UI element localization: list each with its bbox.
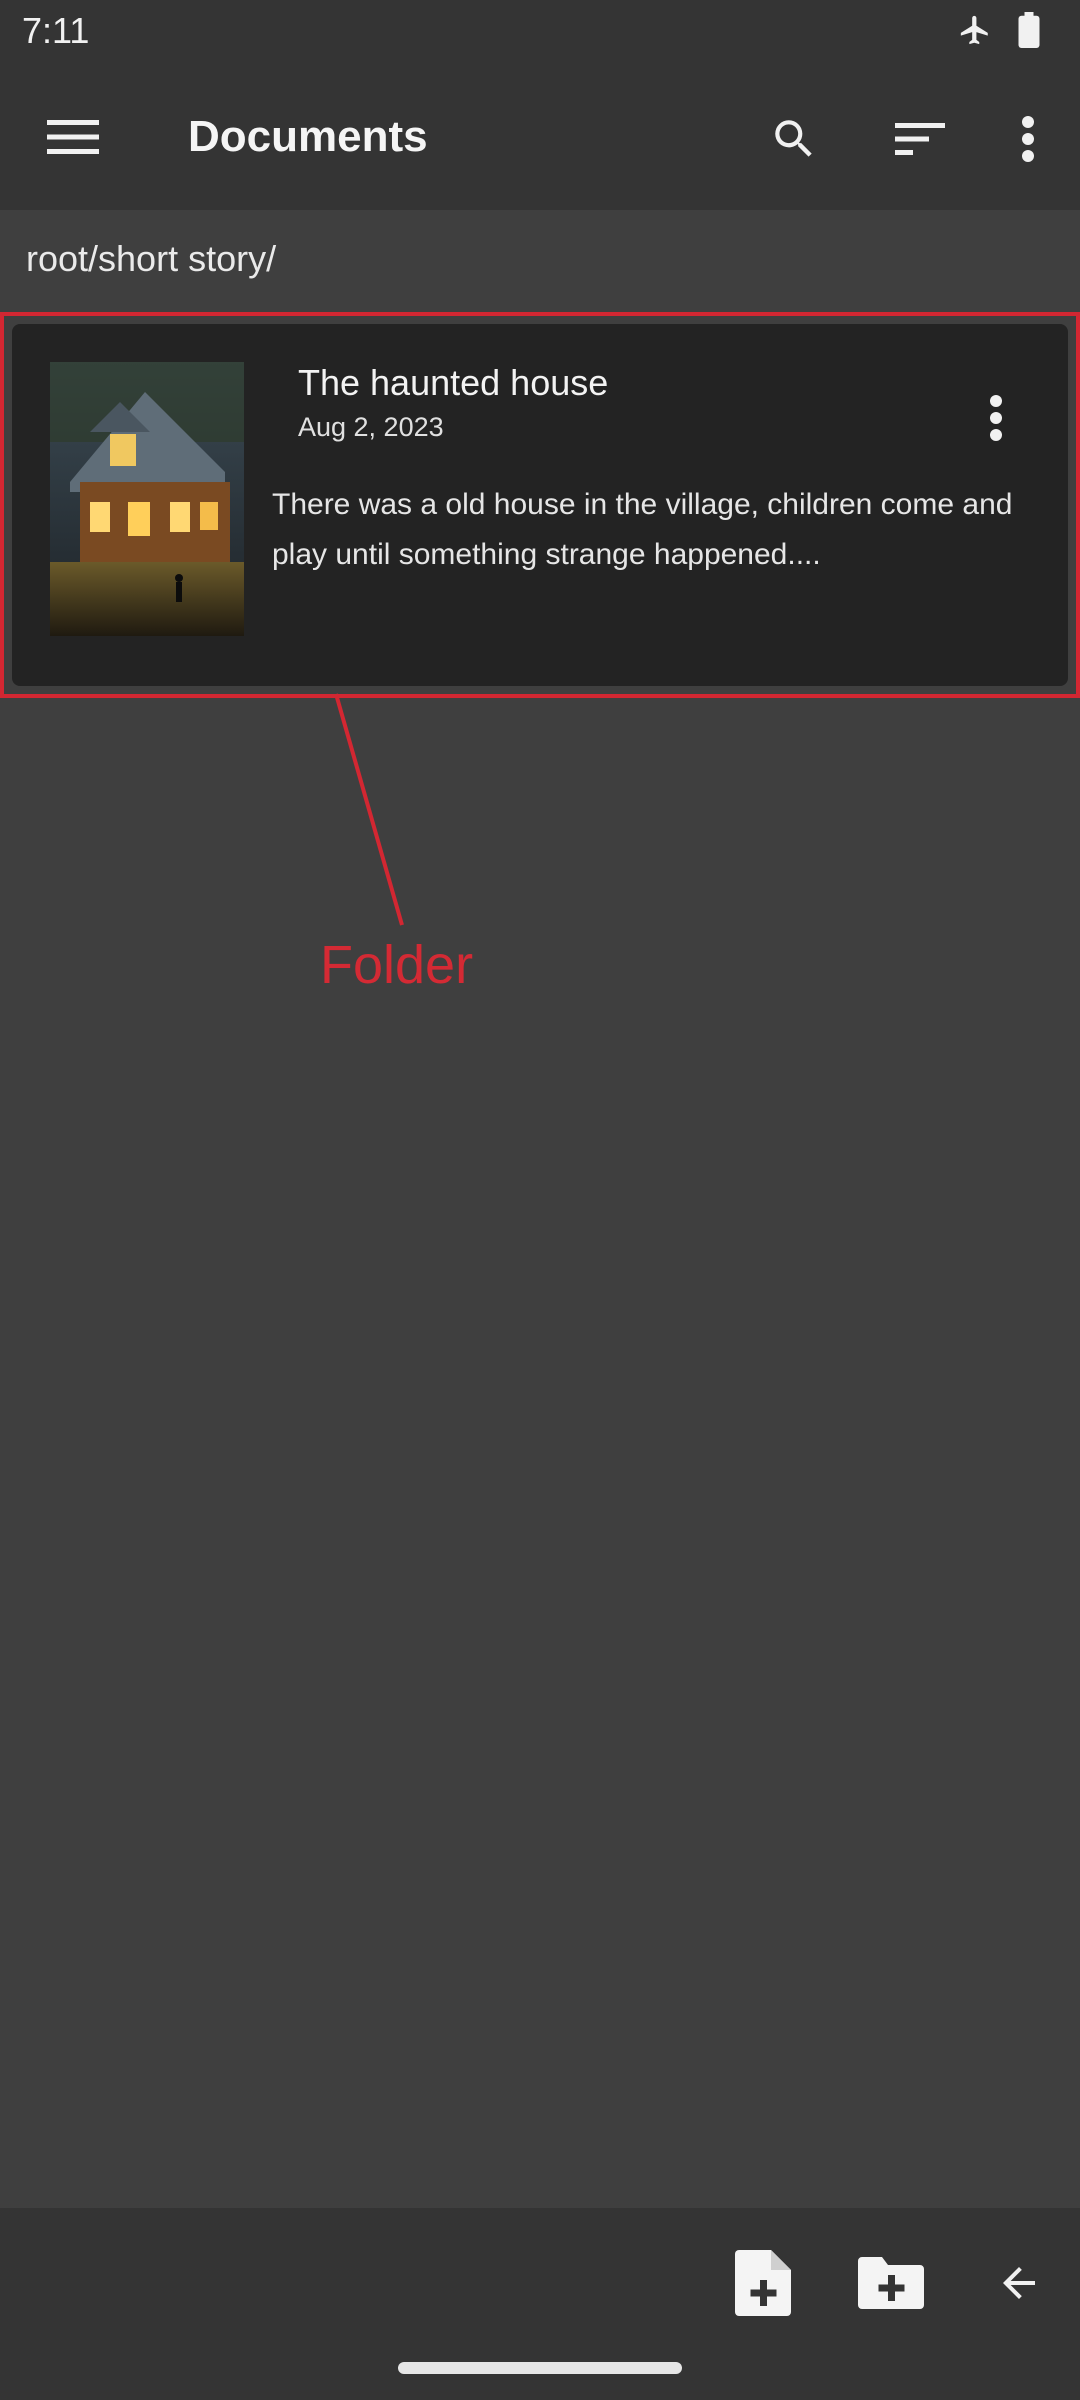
annotation-label: Folder	[320, 935, 474, 995]
more-options-button[interactable]	[1000, 106, 1056, 176]
search-button[interactable]	[748, 106, 840, 176]
document-card[interactable]: The haunted house Aug 2, 2023 There was …	[12, 324, 1068, 686]
back-button[interactable]	[976, 2242, 1062, 2328]
status-bar: 7:11	[0, 0, 1080, 66]
search-icon	[769, 114, 819, 169]
document-description: There was a old house in the village, ch…	[272, 488, 1013, 571]
status-icons	[958, 12, 1040, 48]
more-vert-icon	[1021, 115, 1035, 167]
page-title: Documents	[188, 112, 428, 161]
new-folder-icon	[858, 2256, 924, 2314]
sort-icon	[895, 121, 945, 162]
bottom-actions	[720, 2242, 1062, 2328]
app-bar-actions	[748, 106, 1056, 176]
back-arrow-icon	[993, 2259, 1045, 2312]
breadcrumb[interactable]: root/short story/	[26, 238, 276, 280]
menu-button[interactable]	[40, 106, 106, 172]
new-document-icon	[735, 2249, 791, 2321]
new-document-button[interactable]	[720, 2242, 806, 2328]
app-bar: Documents	[0, 66, 1080, 210]
sort-button[interactable]	[874, 106, 966, 176]
document-date: Aug 2, 2023	[298, 412, 444, 442]
gesture-navigation-bar[interactable]	[398, 2362, 682, 2374]
battery-icon	[1018, 12, 1040, 48]
menu-icon	[47, 118, 99, 161]
new-folder-button[interactable]	[848, 2242, 934, 2328]
card-more-button[interactable]	[976, 380, 1016, 460]
document-title: The haunted house	[298, 362, 609, 403]
more-vert-icon	[989, 394, 1003, 446]
airplane-mode-icon	[958, 13, 992, 47]
status-time: 7:11	[22, 10, 90, 51]
folder-highlight-box: The haunted house Aug 2, 2023 There was …	[0, 312, 1080, 698]
thumbnail-image	[50, 362, 244, 636]
